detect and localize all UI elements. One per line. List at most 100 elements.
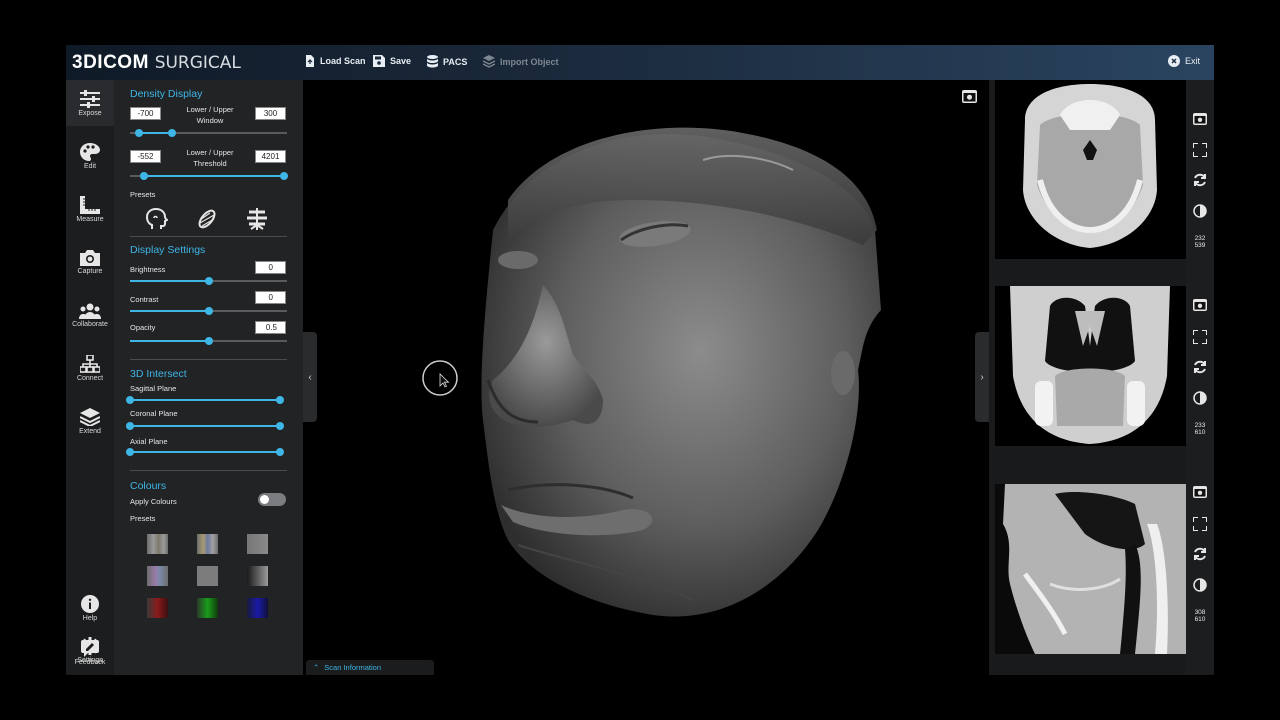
brightness-input[interactable]: 0 — [255, 261, 286, 274]
colour-preset-swatch[interactable] — [147, 534, 168, 554]
slider-fill — [130, 399, 280, 401]
axial-ct-image — [1023, 84, 1157, 248]
colour-preset-swatch[interactable] — [147, 566, 168, 586]
divider — [130, 236, 287, 237]
network-icon — [80, 354, 100, 373]
colour-preset-swatch[interactable] — [197, 534, 218, 554]
nav-collaborate[interactable]: Collaborate — [66, 292, 114, 338]
apply-colours-toggle[interactable] — [258, 493, 286, 506]
feedback-icon — [81, 640, 99, 657]
save-button[interactable]: Save — [373, 55, 411, 67]
rotate-icon[interactable] — [1193, 360, 1207, 374]
nav-expose[interactable]: Expose — [66, 80, 114, 126]
coronal-plane-slider[interactable] — [126, 422, 284, 430]
nav-label: Capture — [77, 267, 103, 275]
threshold-range-slider[interactable] — [130, 172, 288, 180]
opacity-slider[interactable] — [130, 337, 287, 345]
slice-tools-bar: 232 539 233 610 308 610 — [1186, 80, 1214, 675]
brightness-slider[interactable] — [130, 277, 287, 285]
nav-capture[interactable]: Capture — [66, 239, 114, 285]
sagittal-slice-view[interactable] — [995, 484, 1186, 654]
rotate-icon[interactable] — [1193, 547, 1207, 561]
nav-feedback[interactable]: Feedback — [66, 633, 114, 673]
slider-handle[interactable] — [279, 172, 288, 180]
muscle-icon[interactable] — [196, 208, 218, 230]
fullscreen-icon[interactable] — [1193, 517, 1207, 531]
window-range-slider[interactable] — [130, 129, 287, 137]
slider-handle[interactable] — [126, 422, 134, 430]
contrast-icon[interactable] — [1193, 204, 1207, 218]
screenshot-icon[interactable] — [1193, 486, 1207, 498]
slider-handle[interactable] — [126, 448, 134, 456]
pacs-label: PACS — [443, 56, 468, 67]
colour-preset-swatch[interactable] — [247, 566, 268, 586]
slider-handle[interactable] — [140, 172, 149, 180]
layers-icon — [80, 407, 100, 426]
colour-preset-swatch[interactable] — [247, 598, 268, 618]
coronal-ct-image — [1010, 286, 1170, 444]
collapse-right-panel-button[interactable]: › — [975, 332, 989, 422]
colour-preset-swatch[interactable] — [147, 598, 168, 618]
contrast-slider[interactable] — [130, 307, 287, 315]
nav-extend[interactable]: Extend — [66, 398, 114, 444]
load-scan-label: Load Scan — [320, 56, 366, 66]
spine-icon[interactable] — [246, 208, 268, 230]
pacs-button[interactable]: PACS — [427, 55, 467, 68]
axial-slice-view[interactable] — [995, 80, 1186, 259]
sagittal-slice-counter: 308 610 — [1194, 609, 1206, 623]
divider — [130, 470, 287, 471]
collapse-left-panel-button[interactable]: ‹ — [303, 332, 317, 422]
contrast-icon[interactable] — [1193, 391, 1207, 405]
slice-views-panel: 0 539 0 610 0 — [989, 80, 1186, 675]
nav-connect[interactable]: Connect — [66, 345, 114, 391]
nav-label: Connect — [76, 374, 104, 382]
opacity-label: Opacity — [130, 323, 156, 332]
opacity-input[interactable]: 0.5 — [255, 321, 286, 334]
layers-stack-icon — [483, 55, 495, 68]
coronal-slice-view[interactable] — [995, 286, 1186, 446]
colour-preset-swatch[interactable] — [197, 566, 218, 586]
slider-handle[interactable] — [168, 129, 177, 137]
fullscreen-icon[interactable] — [1193, 143, 1207, 157]
screenshot-icon[interactable] — [1193, 299, 1207, 311]
nav-label: Expose — [78, 109, 102, 117]
import-object-label: Import Object — [500, 56, 559, 67]
colour-preset-swatch[interactable] — [197, 598, 218, 618]
head-icon[interactable] — [146, 208, 168, 230]
slider-handle[interactable] — [204, 307, 213, 315]
nav-edit[interactable]: Edit — [66, 133, 114, 179]
3d-viewport[interactable] — [303, 80, 989, 675]
density-presets-label: Presets — [130, 190, 156, 199]
nav-label: Extend — [79, 427, 101, 435]
density-display-heading: Density Display — [130, 88, 203, 100]
slider-handle[interactable] — [276, 422, 284, 430]
nav-measure[interactable]: Measure — [66, 186, 114, 232]
slider-handle[interactable] — [126, 396, 134, 404]
window-lower-input[interactable]: -700 — [130, 107, 161, 120]
slider-handle[interactable] — [204, 277, 213, 285]
threshold-lower-input[interactable]: -552 — [130, 150, 161, 163]
fullscreen-icon[interactable] — [1193, 330, 1207, 344]
viewport-snapshot-button[interactable] — [962, 90, 977, 108]
contrast-input[interactable]: 0 — [255, 291, 286, 304]
left-nav-bar: Expose Edit Measure Capture Collaborate … — [66, 80, 114, 675]
axial-plane-slider[interactable] — [126, 448, 284, 456]
window-upper-input[interactable]: 300 — [255, 107, 286, 120]
screenshot-icon[interactable] — [1193, 113, 1207, 125]
sliders-icon — [80, 89, 100, 108]
slider-handle[interactable] — [135, 129, 144, 137]
threshold-upper-input[interactable]: 4201 — [255, 150, 286, 163]
slider-handle[interactable] — [204, 337, 213, 345]
scan-information-tab[interactable]: ⌃ Scan Information — [306, 660, 434, 675]
exit-button[interactable]: Exit — [1167, 55, 1200, 67]
colour-preset-swatch[interactable] — [247, 534, 268, 554]
threshold-label: Lower / Upper Threshold — [186, 148, 234, 168]
import-object-button[interactable]: Import Object — [483, 55, 559, 68]
rotate-icon[interactable] — [1193, 173, 1207, 187]
load-scan-button[interactable]: Load Scan — [305, 55, 366, 67]
nav-help[interactable]: Help — [66, 588, 114, 628]
slider-handle[interactable] — [276, 448, 284, 456]
slider-handle[interactable] — [276, 396, 284, 404]
contrast-icon[interactable] — [1193, 578, 1207, 592]
sagittal-plane-slider[interactable] — [126, 396, 284, 404]
